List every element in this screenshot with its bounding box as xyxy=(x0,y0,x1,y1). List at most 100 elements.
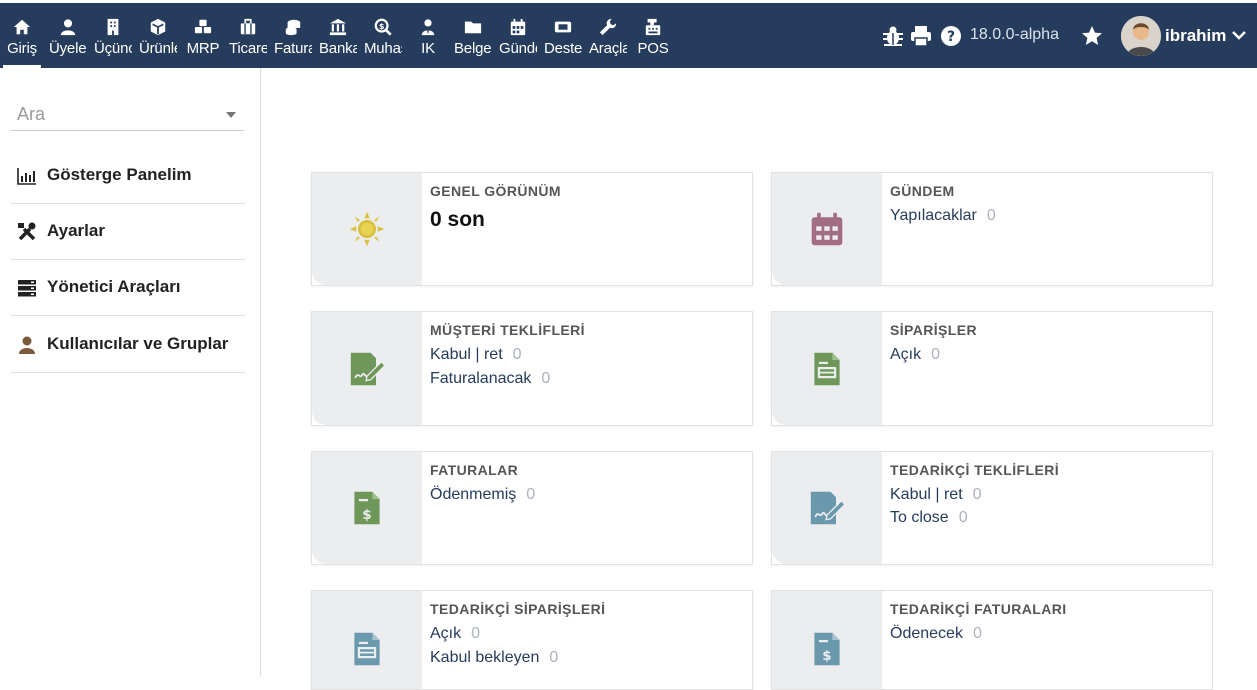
nav-mrp[interactable]: MRP xyxy=(184,14,222,66)
print-icon[interactable] xyxy=(909,22,933,50)
user-icon xyxy=(60,19,76,36)
search-dollar-icon: $ xyxy=(374,18,392,36)
line-count: 0 xyxy=(931,346,941,363)
card-line[interactable]: Açık 0 xyxy=(890,346,940,364)
nav-commerce[interactable]: Ticaret xyxy=(229,14,267,66)
nav-label: Faturalar xyxy=(274,40,312,57)
nav-label: IK xyxy=(421,40,435,57)
card-icon-box xyxy=(312,312,422,425)
svg-text:$: $ xyxy=(822,648,831,664)
line-label: Ödenecek xyxy=(890,625,963,642)
line-count: 0 xyxy=(972,625,982,642)
line-count: 0 xyxy=(986,207,996,224)
file-invoice-dollar-icon: $ xyxy=(354,491,380,525)
nav-members[interactable]: Üyeler xyxy=(49,14,87,66)
supplier-invoices-card[interactable]: $ TEDARİKÇİ FATURALARI Ödenecek 0 xyxy=(771,590,1213,690)
card-icon-box: $ xyxy=(312,452,422,564)
sidebar-item-dashboard[interactable]: Gösterge Panelim xyxy=(11,148,245,204)
supplier-proposals-card[interactable]: TEDARİKÇİ TEKLİFLERİ Kabul | ret 0 To clo… xyxy=(771,451,1213,565)
tools-icon xyxy=(18,222,36,241)
file-invoice-dollar-icon: $ xyxy=(814,632,840,666)
sidebar-item-label: Gösterge Panelim xyxy=(47,165,192,184)
bug-icon[interactable] xyxy=(881,22,905,50)
agenda-card[interactable]: GÜNDEM Yapılacaklar 0 xyxy=(771,172,1213,286)
cubes-icon xyxy=(194,19,212,34)
nav-label: Ticaret xyxy=(229,40,267,57)
overview-card[interactable]: GENEL GÖRÜNÜM 0 son xyxy=(311,172,753,286)
sidebar-item-admin-tools[interactable]: Yönetici Araçları xyxy=(11,260,245,316)
supplier-orders-card[interactable]: TEDARİKÇİ SİPARİŞLERİ Açık 0 Kabul bekley… xyxy=(311,590,753,690)
line-label: Yapılacaklar xyxy=(890,207,977,224)
nav-label: Muhasebe xyxy=(364,40,402,57)
sidebar-item-label: Yönetici Araçları xyxy=(47,277,181,296)
home-icon xyxy=(13,19,31,35)
coins-icon xyxy=(285,19,301,36)
dashboard-content: GENEL GÖRÜNÜM 0 son GÜNDEM Yapılacaklar 0 xyxy=(261,68,1257,690)
suitcase-icon xyxy=(240,18,256,35)
nav-bank[interactable]: Banka xyxy=(319,14,357,66)
help-icon[interactable]: ? xyxy=(939,22,963,50)
svg-text:$: $ xyxy=(362,507,371,523)
card-line[interactable]: To close 0 xyxy=(890,509,968,527)
file-signature-icon xyxy=(350,352,385,385)
ticket-icon xyxy=(554,21,572,33)
nav-label: POS xyxy=(637,40,669,57)
nav-documents[interactable]: Belgeler xyxy=(454,14,492,66)
sidebar-item-settings[interactable]: Ayarlar xyxy=(11,204,245,260)
card-title: GÜNDEM xyxy=(890,183,955,199)
nav-label: Giriş xyxy=(7,40,37,57)
card-line[interactable]: Yapılacaklar 0 xyxy=(890,207,996,225)
card-icon-box xyxy=(772,173,882,285)
card-line[interactable]: Faturalanacak 0 xyxy=(430,370,550,388)
server-icon xyxy=(18,280,36,297)
line-count: 0 xyxy=(512,346,522,363)
nav-label: Üçüncü xyxy=(94,40,132,57)
nav-label: Belgeler xyxy=(454,40,492,57)
star-icon[interactable] xyxy=(1080,22,1104,50)
nav-tools[interactable]: Araçlar xyxy=(589,14,627,66)
cube-icon xyxy=(150,18,166,36)
customer-proposals-card[interactable]: MÜŞTERİ TEKLİFLERİ Kabul | ret 0 Faturala… xyxy=(311,311,753,426)
building-icon xyxy=(107,18,119,36)
line-count: 0 xyxy=(526,486,536,503)
username[interactable]: ibrahim xyxy=(1165,26,1226,46)
search-placeholder: Ara xyxy=(17,104,46,124)
nav-label: Banka xyxy=(319,40,357,57)
invoices-card[interactable]: $ FATURALAR Ödenmemiş 0 xyxy=(311,451,753,565)
file-signature-icon xyxy=(810,491,845,525)
line-label: Faturalanacak xyxy=(430,370,532,387)
nav-support[interactable]: Destek xyxy=(544,14,582,66)
card-line[interactable]: Ödenecek 0 xyxy=(890,625,982,643)
sidebar-item-users-groups[interactable]: Kullanıcılar ve Gruplar xyxy=(11,317,245,373)
orders-card[interactable]: SİPARİŞLER Açık 0 xyxy=(771,311,1213,426)
search-select[interactable]: Ara xyxy=(11,98,244,131)
line-count: 0 xyxy=(471,625,481,642)
nav-label: MRP xyxy=(186,40,220,57)
line-label: Açık xyxy=(890,346,922,363)
nav-agenda[interactable]: Gündem xyxy=(499,14,537,66)
nav-label: Ürünler xyxy=(139,40,177,57)
card-line[interactable]: Kabul bekleyen 0 xyxy=(430,649,558,667)
nav-home[interactable]: Giriş xyxy=(3,14,41,68)
card-icon-box xyxy=(312,591,422,689)
line-count: 0 xyxy=(972,486,982,503)
user-icon xyxy=(19,336,35,354)
nav-hr[interactable]: IK xyxy=(409,14,447,66)
card-line[interactable]: Kabul | ret 0 xyxy=(890,486,982,504)
avatar[interactable] xyxy=(1121,16,1161,56)
card-line[interactable]: Ödenmemiş 0 xyxy=(430,486,535,504)
nav-billing[interactable]: Faturalar xyxy=(274,14,312,66)
nav-accounting[interactable]: $ Muhasebe xyxy=(364,14,402,66)
chevron-down-icon xyxy=(226,112,236,118)
nav-pos[interactable]: POS xyxy=(634,14,672,66)
nav-thirdparties[interactable]: Üçüncü xyxy=(94,14,132,66)
top-navigation-bar: Giriş Üyeler Üçüncü Ürünler MRP Ticaret … xyxy=(0,0,1257,68)
card-line[interactable]: Açık 0 xyxy=(430,625,480,643)
card-line[interactable]: Kabul | ret 0 xyxy=(430,346,522,364)
nav-products[interactable]: Ürünler xyxy=(139,14,177,66)
card-value[interactable]: 0 son xyxy=(430,208,485,232)
card-icon-box xyxy=(772,312,882,425)
folder-icon xyxy=(464,21,482,34)
sidebar-item-label: Ayarlar xyxy=(47,221,105,240)
chevron-down-icon[interactable] xyxy=(1232,31,1246,41)
